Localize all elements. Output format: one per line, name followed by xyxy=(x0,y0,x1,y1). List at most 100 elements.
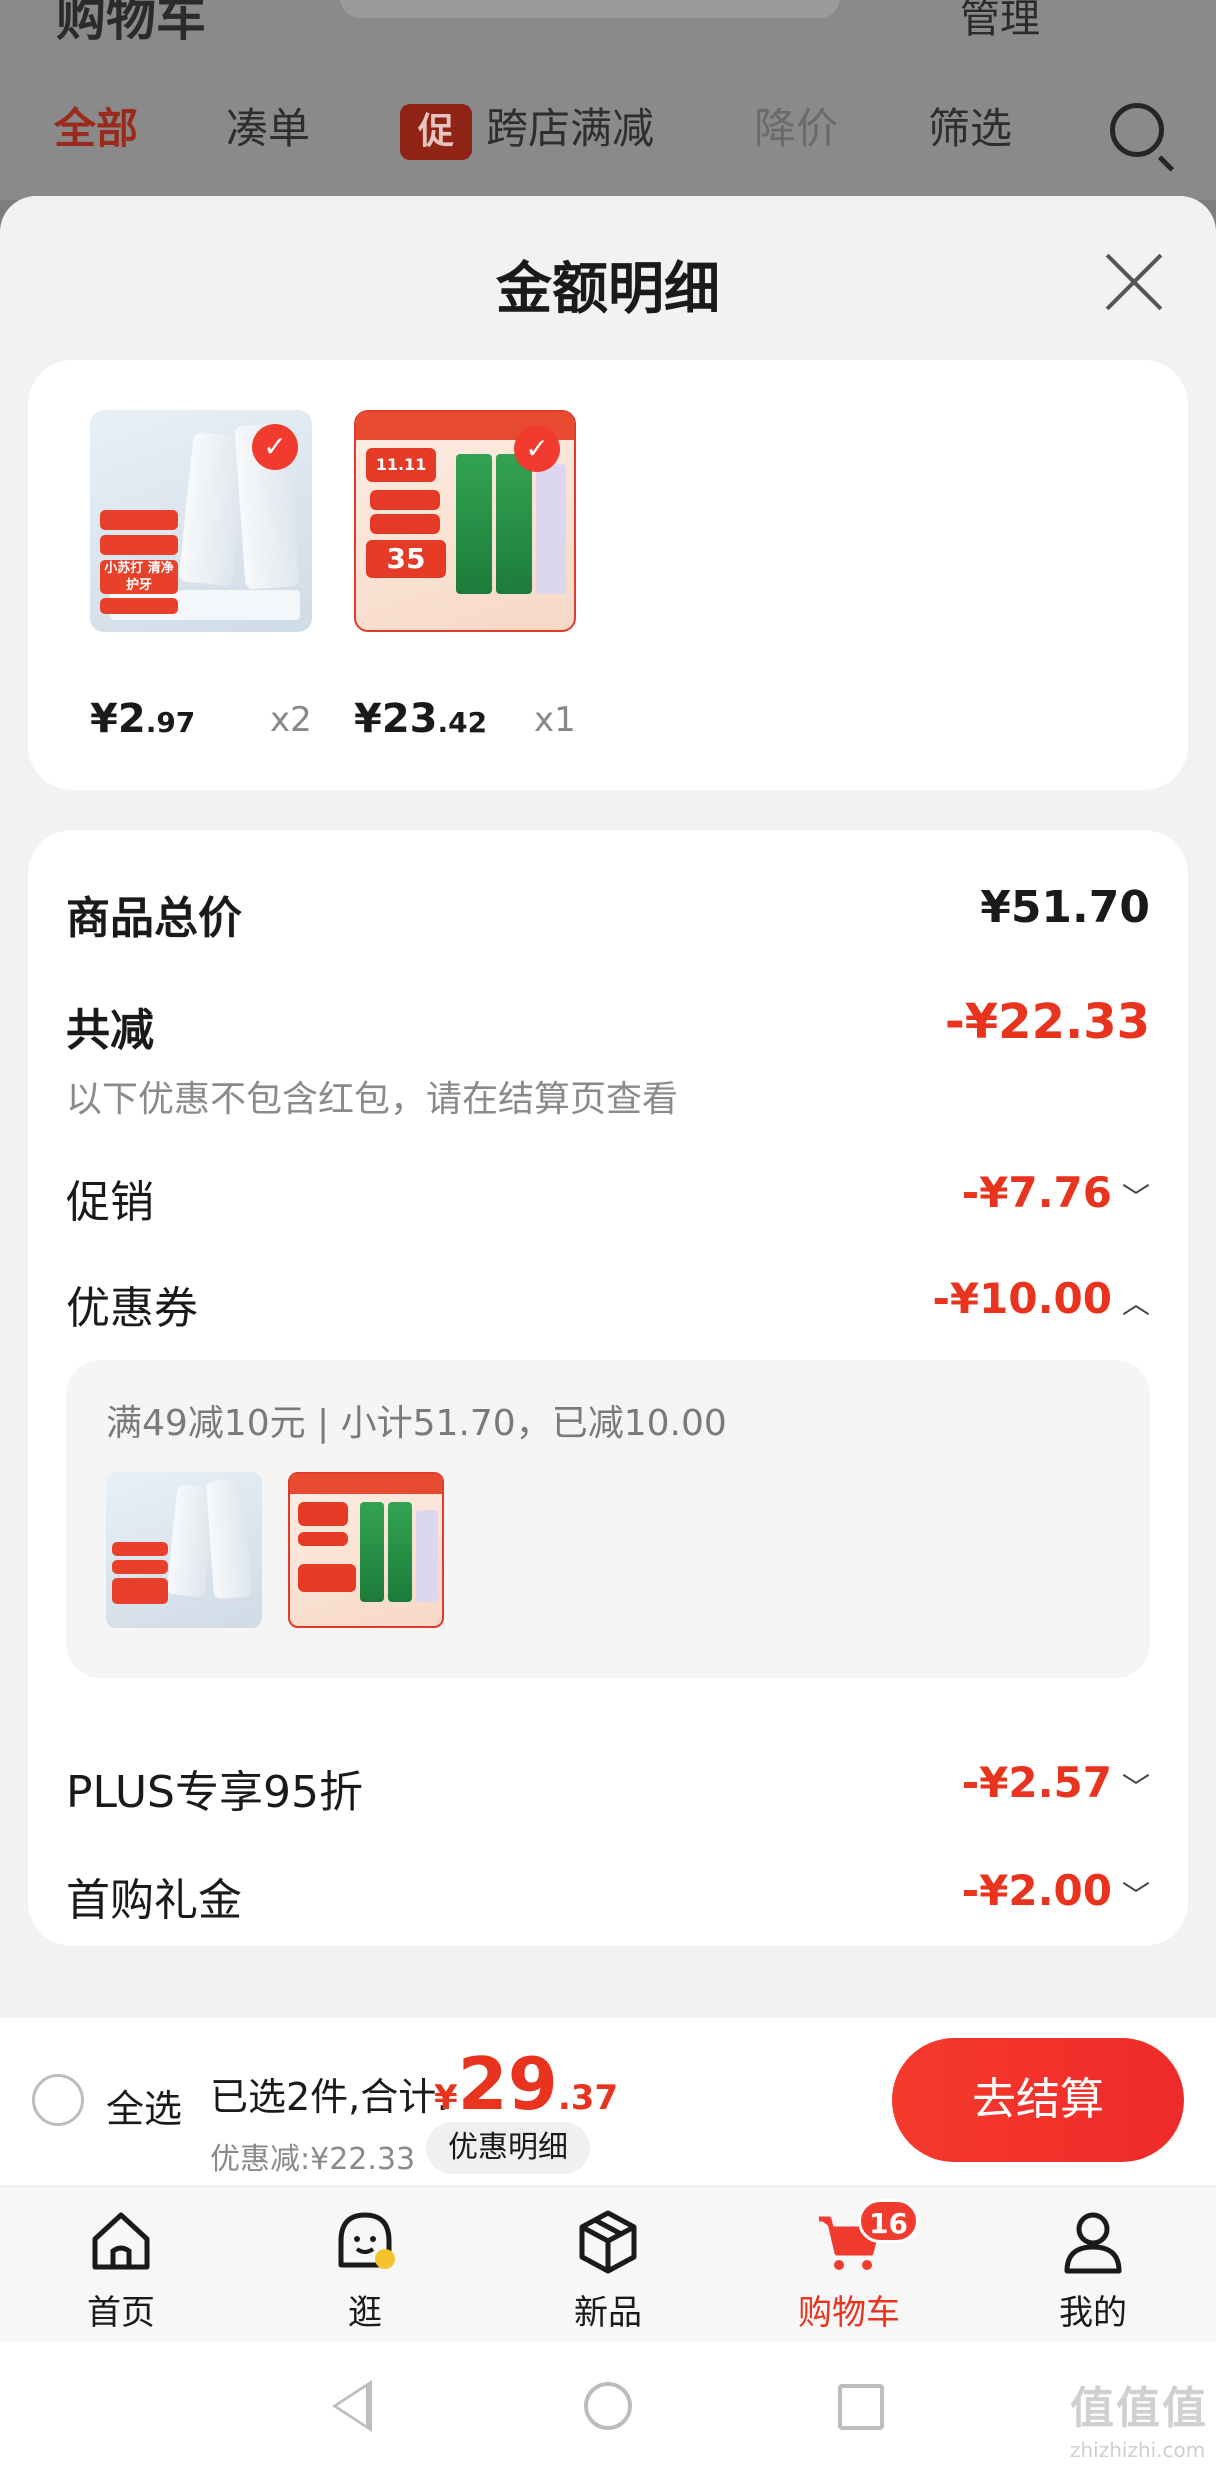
discount-amount: 优惠减:¥22.33 xyxy=(210,2142,416,2177)
amount-detail-sheet: 金额明细 小苏打 清净护牙 ✓ 11.11 35 ✓ ¥2.97 x2 ¥23.… xyxy=(0,196,1216,2026)
promo-label xyxy=(298,1502,348,1526)
tab-me-label: 我的 xyxy=(1059,2293,1127,2333)
tab-bundle[interactable]: 凑单 xyxy=(226,95,310,156)
discount-detail-button[interactable]: 优惠明细 xyxy=(426,2122,590,2174)
promotion-row[interactable]: -¥7.76 ﹀ xyxy=(962,1168,1150,1217)
plus-discount-value: -¥2.57 xyxy=(961,1758,1112,1807)
cart-count-badge: 16 xyxy=(858,2199,919,2243)
first-purchase-row[interactable]: -¥2.00 ﹀ xyxy=(962,1866,1150,1915)
tab-cross-store[interactable]: 促跨店满减 xyxy=(400,95,654,160)
green-box xyxy=(360,1502,384,1602)
manage-button[interactable]: 管理 xyxy=(960,0,1040,44)
coupon-product-thumb xyxy=(106,1472,262,1628)
sheet-title: 金额明细 xyxy=(496,257,720,322)
checkout-button[interactable]: 去结算 xyxy=(892,2038,1184,2162)
bottom-tab-bar: 首页 逛 新品 16 购物车 我的 xyxy=(0,2186,1216,2342)
check-icon[interactable]: ✓ xyxy=(514,426,560,472)
close-icon[interactable] xyxy=(1102,250,1166,314)
tab-cross-store-label: 跨店满减 xyxy=(486,104,655,153)
watermark: 值值值 xyxy=(1070,2383,1208,2434)
user-icon xyxy=(1064,2212,1122,2274)
checkout-bar: 全选 已选2件,合计: ¥29.37 优惠减:¥22.33 优惠明细 去结算 xyxy=(0,2018,1216,2186)
green-box xyxy=(456,454,492,594)
product-tag xyxy=(112,1560,168,1574)
tab-browse-label: 逛 xyxy=(348,2293,382,2333)
tube-shape xyxy=(205,1478,253,1600)
green-box xyxy=(496,454,532,594)
product-qty: x1 xyxy=(534,700,576,740)
product-tag xyxy=(100,598,178,614)
brush-pack xyxy=(416,1510,438,1602)
price-detail-card: 商品总价 ¥51.70 共减 -¥22.33 以下优惠不包含红包，请在结算页查看… xyxy=(28,830,1188,1946)
first-purchase-value: -¥2.00 xyxy=(961,1866,1112,1915)
plus-discount-row[interactable]: -¥2.57 ﹀ xyxy=(962,1758,1150,1807)
tab-filter[interactable]: 筛选 xyxy=(928,95,1012,156)
total-price: ¥29.37 xyxy=(434,2042,619,2126)
tab-cart-label: 购物车 xyxy=(798,2293,900,2333)
brush-pack xyxy=(536,464,566,594)
promo-label xyxy=(298,1564,356,1592)
page-title: 购物车 xyxy=(56,0,206,47)
chevron-down-icon: ﹀ xyxy=(1121,1770,1150,1804)
total-label: 商品总价 xyxy=(66,893,242,944)
tab-price-drop[interactable]: 降价 xyxy=(754,95,838,156)
select-all-label[interactable]: 全选 xyxy=(106,2078,182,2133)
promo-header xyxy=(290,1474,442,1494)
promo-label xyxy=(370,514,440,534)
product-image-toothpaste-bundle[interactable]: 11.11 35 ✓ xyxy=(354,410,576,632)
promotion-label: 促销 xyxy=(66,1177,154,1228)
search-icon[interactable] xyxy=(1110,103,1164,157)
promotion-value: -¥7.76 xyxy=(961,1168,1112,1217)
address-chip xyxy=(340,0,840,18)
tab-me[interactable]: 我的 xyxy=(1018,2205,1168,2334)
product-tag xyxy=(100,510,178,530)
tab-all[interactable]: 全部 xyxy=(54,95,138,156)
product-tag xyxy=(100,535,178,555)
background-page: 购物车 管理 全部 凑单 促跨店满减 降价 筛选 xyxy=(0,0,1216,200)
home-icon xyxy=(92,2212,150,2270)
first-purchase-label: 首购礼金 xyxy=(66,1875,242,1926)
product-tag-main: 小苏打 清净护牙 xyxy=(100,560,178,594)
reduce-hint: 以下优惠不包含红包，请在结算页查看 xyxy=(66,1079,679,1120)
product-tag xyxy=(112,1542,168,1556)
check-icon[interactable]: ✓ xyxy=(252,424,298,470)
reduce-value: -¥22.33 xyxy=(944,994,1150,1050)
product-tag xyxy=(112,1578,168,1604)
coupon-value: -¥10.00 xyxy=(932,1274,1112,1323)
reduce-label: 共减 xyxy=(66,1005,154,1056)
browse-face-icon xyxy=(338,2212,395,2269)
select-all-radio[interactable] xyxy=(32,2074,84,2126)
coupon-detail-text: 满49减10元 | 小计51.70，已减10.00 xyxy=(106,1403,727,1444)
tab-cart[interactable]: 16 购物车 xyxy=(774,2199,924,2334)
plus-discount-label: PLUS专享95折 xyxy=(66,1767,363,1818)
promo-label: 11.11 xyxy=(366,448,436,482)
tab-home[interactable]: 首页 xyxy=(46,2205,196,2334)
product-image-toothpaste[interactable]: 小苏打 清净护牙 ✓ xyxy=(90,410,312,632)
box-icon xyxy=(579,2210,637,2274)
promo-label xyxy=(298,1532,348,1546)
tab-new-label: 新品 xyxy=(574,2293,642,2333)
filter-tabs: 全部 凑单 促跨店满减 降价 筛选 xyxy=(0,95,1216,170)
tab-new[interactable]: 新品 xyxy=(533,2205,683,2334)
tab-browse[interactable]: 逛 xyxy=(290,2205,440,2334)
product-price: ¥23.42 xyxy=(354,696,488,742)
coupon-product-thumb xyxy=(288,1472,444,1628)
chevron-down-icon: ﹀ xyxy=(1121,1180,1150,1214)
chevron-down-icon: ﹀ xyxy=(1121,1878,1150,1912)
selected-count: 已选2件,合计: xyxy=(210,2075,450,2119)
coupon-label: 优惠券 xyxy=(66,1283,198,1334)
coupon-row[interactable]: -¥10.00 ︿ xyxy=(932,1274,1150,1323)
system-nav-bar: 值值值 zhizhizhi.com xyxy=(0,2342,1216,2477)
watermark-url: zhizhizhi.com xyxy=(1070,2438,1206,2462)
promo-price: 35 xyxy=(366,540,446,578)
recent-apps-icon[interactable] xyxy=(838,2384,884,2430)
promo-badge: 促 xyxy=(400,103,472,160)
product-card: 小苏打 清净护牙 ✓ 11.11 35 ✓ ¥2.97 x2 ¥23.42 x1 xyxy=(28,360,1188,790)
product-qty: x2 xyxy=(270,700,312,740)
home-circle-icon[interactable] xyxy=(584,2382,632,2430)
green-box xyxy=(388,1502,412,1602)
tab-home-label: 首页 xyxy=(87,2293,155,2333)
coupon-detail-box: 满49减10元 | 小计51.70，已减10.00 xyxy=(66,1360,1150,1678)
total-value: ¥51.70 xyxy=(980,882,1150,933)
back-icon-inner xyxy=(337,2387,366,2425)
